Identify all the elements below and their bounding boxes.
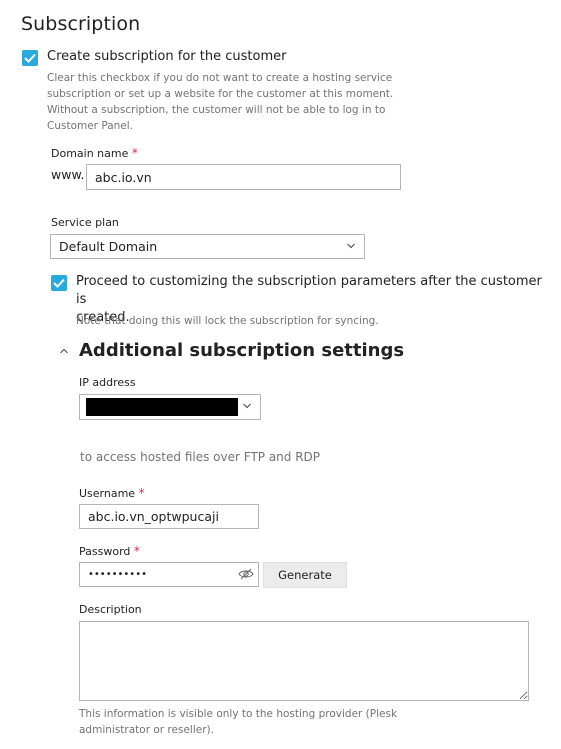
service-plan-select[interactable]: Default Domain — [50, 234, 365, 259]
eye-slash-icon[interactable] — [238, 568, 254, 580]
hint-line: Customer Panel. — [47, 120, 134, 132]
hint-line: This information is visible only to the … — [79, 708, 398, 720]
service-plan-label: Service plan — [51, 216, 119, 229]
generate-password-button[interactable]: Generate — [263, 562, 347, 588]
description-textarea[interactable] — [79, 621, 529, 701]
domain-name-value: abc.io.vn — [95, 169, 152, 185]
description-label: Description — [79, 603, 142, 616]
password-input[interactable]: •••••••••• — [79, 562, 259, 587]
password-label: Password * — [79, 544, 140, 558]
ip-address-label: IP address — [79, 376, 136, 389]
ftp-access-note: to access hosted files over FTP and RDP — [80, 450, 321, 464]
password-masked-value: •••••••••• — [88, 569, 147, 580]
username-label: Username * — [79, 486, 145, 500]
required-mark: * — [133, 544, 140, 558]
description-hint: This information is visible only to the … — [79, 706, 397, 738]
username-input[interactable]: abc.io.vn_optwpucaji — [79, 504, 259, 529]
section-title: Subscription — [21, 13, 141, 35]
ip-address-select[interactable] — [79, 394, 261, 420]
chevron-down-icon — [243, 403, 251, 409]
domain-name-input[interactable]: abc.io.vn — [86, 164, 401, 190]
create-subscription-hint: Clear this checkbox if you do not want t… — [47, 70, 393, 134]
service-plan-selected: Default Domain — [59, 239, 158, 254]
hint-line: subscription or set up a website for the… — [47, 88, 394, 100]
username-value: abc.io.vn_optwpucaji — [88, 509, 219, 524]
www-prefix: www. — [51, 167, 85, 182]
customize-hint: Note that doing this will lock the subsc… — [76, 315, 379, 327]
hint-line: administrator or reseller). — [79, 724, 214, 736]
create-subscription-label[interactable]: Create subscription for the customer — [47, 48, 286, 66]
chevron-down-icon — [347, 243, 355, 249]
chevron-up-icon[interactable] — [59, 347, 69, 355]
checkmark-icon — [24, 53, 36, 63]
password-label-text: Password — [79, 545, 131, 558]
required-mark: * — [131, 146, 138, 160]
hint-line: Clear this checkbox if you do not want t… — [47, 72, 393, 84]
customize-label-line: Proceed to customizing the subscription … — [76, 274, 542, 307]
required-mark: * — [138, 486, 145, 500]
username-label-text: Username — [79, 487, 136, 500]
domain-name-label-text: Domain name — [51, 147, 129, 160]
additional-settings-title[interactable]: Additional subscription settings — [79, 340, 404, 361]
create-subscription-checkbox[interactable] — [22, 50, 38, 66]
customize-subscription-checkbox[interactable] — [51, 275, 67, 291]
hint-line: Without a subscription, the customer wil… — [47, 104, 386, 116]
domain-name-label: Domain name * — [51, 146, 138, 160]
checkmark-icon — [53, 278, 65, 288]
redacted-ip-value — [86, 398, 238, 416]
